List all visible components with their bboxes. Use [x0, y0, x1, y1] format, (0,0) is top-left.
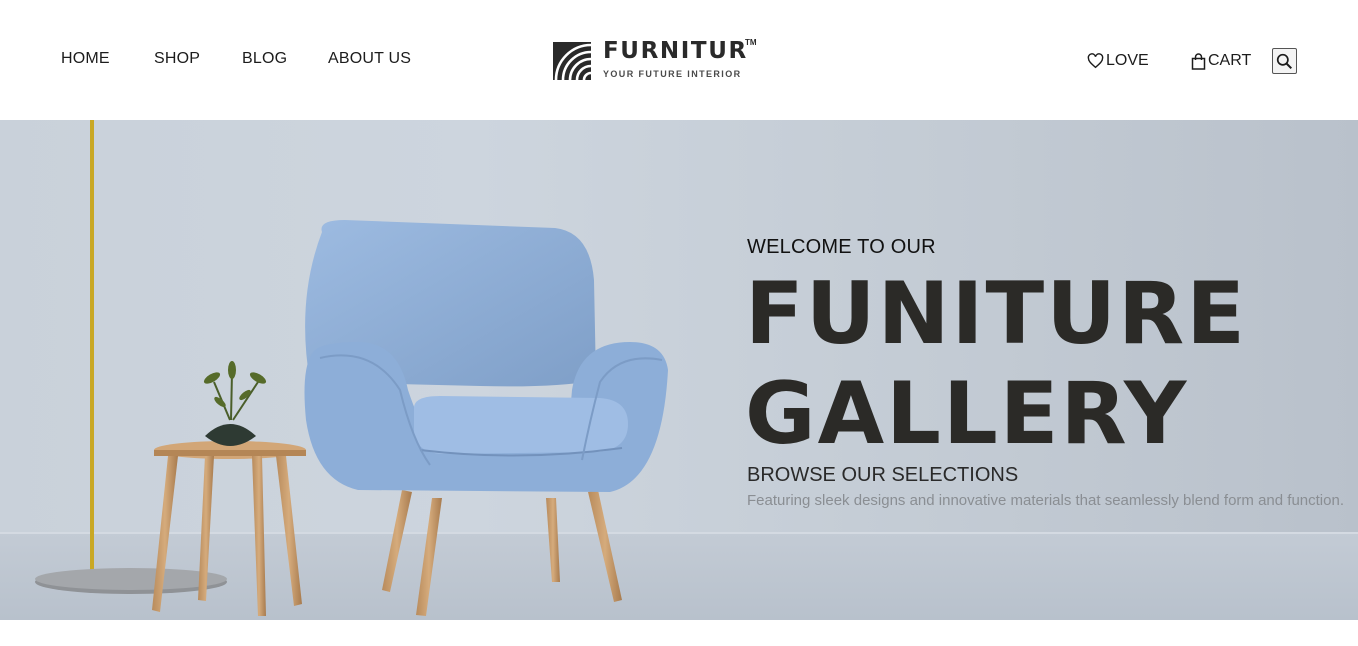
hero-description: Featuring sleek designs and innovative m…: [747, 492, 1344, 509]
hero-title: FUNITURE GALLERY: [745, 264, 1247, 464]
hero-subtitle: BROWSE OUR SELECTIONS: [747, 464, 1019, 486]
hero-banner: WELCOME TO OUR FUNITURE GALLERY BROWSE O…: [0, 120, 1358, 620]
heart-icon: [1087, 53, 1104, 69]
bag-icon: [1191, 52, 1206, 70]
nav-about-us[interactable]: ABOUT US: [328, 50, 411, 68]
love-label: LOVE: [1106, 52, 1149, 69]
site-header: HOME SHOP BLOG ABOUT US FURNITUR TM YOUR…: [0, 0, 1358, 120]
logo-wordmark: FURNITUR: [603, 38, 748, 64]
hero-title-line2: GALLERY: [745, 364, 1189, 464]
hero-title-line1: FUNITURE: [745, 264, 1248, 364]
search-button[interactable]: [1272, 48, 1297, 74]
cart-button[interactable]: CART: [1191, 51, 1251, 71]
logo-tagline: YOUR FUTURE INTERIOR: [603, 69, 742, 79]
nav-blog[interactable]: BLOG: [242, 50, 287, 68]
love-button[interactable]: LOVE: [1087, 51, 1149, 71]
cart-label: CART: [1208, 52, 1252, 69]
nav-shop[interactable]: SHOP: [154, 50, 200, 68]
search-icon: [1276, 53, 1293, 69]
hero-kicker: WELCOME TO OUR: [747, 236, 936, 258]
logo-mark-icon: [553, 42, 591, 80]
nav-home[interactable]: HOME: [61, 50, 110, 68]
logo-trademark: TM: [745, 38, 757, 47]
